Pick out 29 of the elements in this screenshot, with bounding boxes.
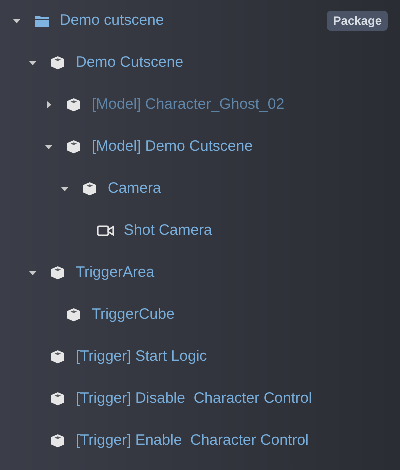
tree-item[interactable]: [Model] Character_Ghost_02 (92, 94, 285, 116)
caret-down-icon[interactable] (29, 269, 37, 277)
cube-icon (50, 349, 66, 365)
tree-item[interactable]: TriggerArea (76, 262, 155, 284)
caret-down-icon[interactable] (45, 143, 53, 151)
tree-item[interactable]: [Trigger] Enable Character Control (76, 430, 309, 452)
video-camera-icon (97, 224, 115, 238)
caret-down-icon[interactable] (29, 59, 37, 67)
caret-down-icon[interactable] (13, 17, 21, 25)
cube-icon (66, 307, 82, 323)
cube-icon (50, 391, 66, 407)
cube-icon (50, 265, 66, 281)
tree-item[interactable]: Demo Cutscene (76, 52, 184, 74)
package-badge: Package (327, 11, 388, 31)
tree-item[interactable]: [Trigger] Start Logic (76, 346, 208, 368)
cube-icon (50, 55, 66, 71)
tree-item[interactable]: Demo cutscene (60, 10, 164, 32)
folder-icon (34, 14, 50, 28)
tree-item[interactable]: Camera (108, 178, 162, 200)
tree-item[interactable]: [Model] Demo Cutscene (92, 136, 253, 158)
tree-item[interactable]: [Trigger] Disable Character Control (76, 388, 312, 410)
caret-down-icon[interactable] (61, 185, 69, 193)
cube-icon (66, 139, 82, 155)
tree-item[interactable]: TriggerCube (92, 304, 175, 326)
cube-icon (82, 181, 98, 197)
caret-right-icon[interactable] (45, 101, 53, 109)
cube-icon (50, 433, 66, 449)
cube-icon (66, 97, 82, 113)
tree-item[interactable]: Shot Camera (124, 220, 212, 242)
